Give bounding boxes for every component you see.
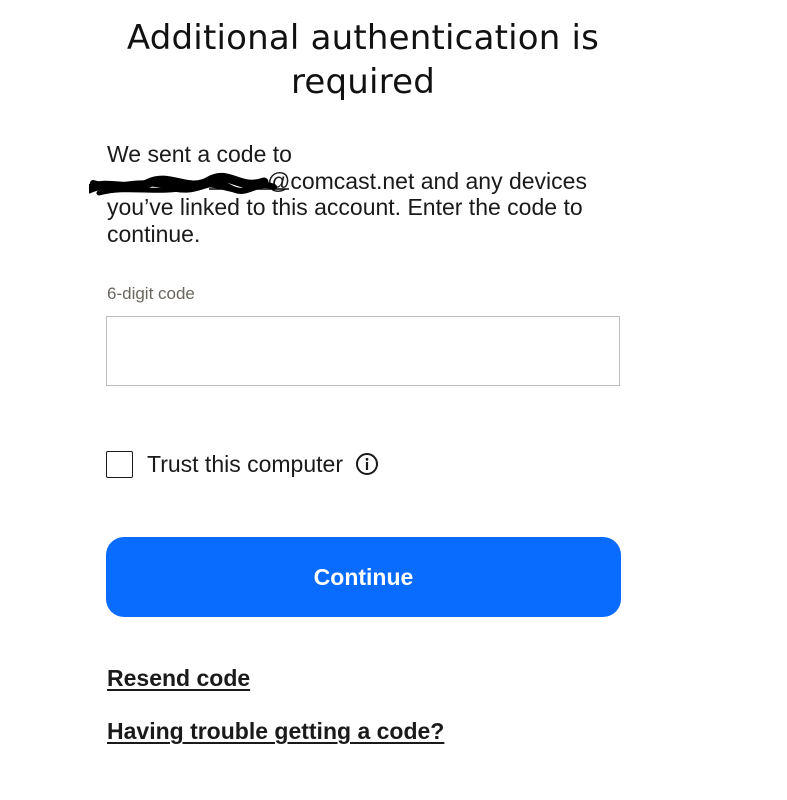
page-title: Additional authentication is required [126,18,600,102]
code-field-label: 6-digit code [107,284,195,303]
trust-computer-row[interactable]: Trust this computer [106,449,379,479]
resend-code-link[interactable]: Resend code [107,665,250,692]
code-input[interactable] [106,316,620,386]
trust-computer-label[interactable]: Trust this computer [147,451,343,478]
trust-computer-checkbox[interactable] [106,450,133,478]
continue-button[interactable]: Continue [106,537,621,617]
email-domain: @comcast.net [267,167,415,194]
instructions-text: We sent a code to @comcast.net and any de… [89,141,627,247]
trouble-getting-code-link[interactable]: Having trouble getting a code? [107,718,444,745]
instructions-prefix: We sent a code to [107,141,292,167]
info-icon[interactable] [355,452,379,476]
email-address: @comcast.net [89,167,415,195]
